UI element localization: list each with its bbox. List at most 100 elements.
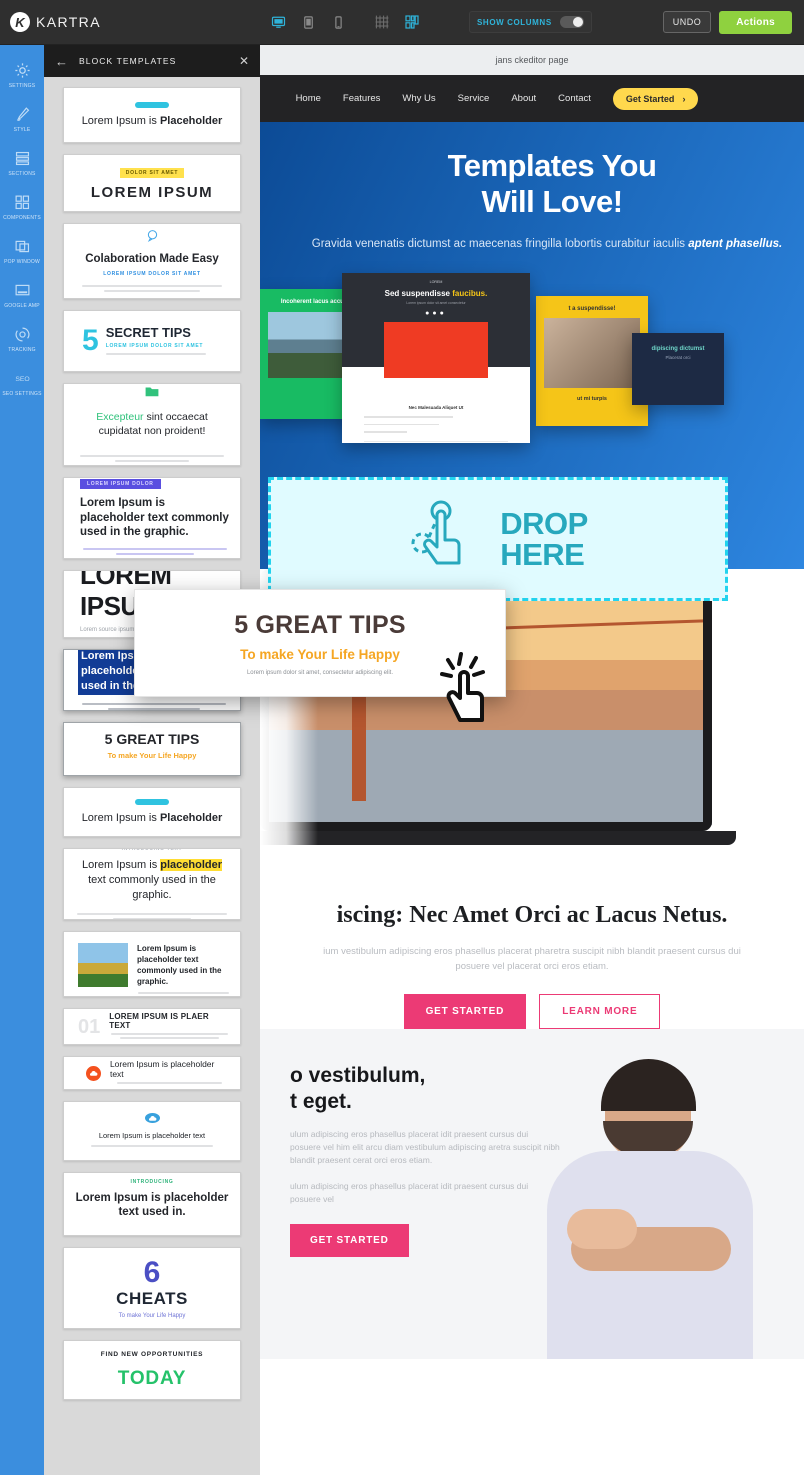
template-heading: Lorem Ipsum is Placeholder [81,812,223,824]
template-card[interactable]: INTRODUCING TEXT Lorem Ipsum is placehol… [63,848,241,920]
nav-cta-label: Get Started [625,93,675,104]
template-sub: To make Your Life Happy [118,1313,186,1319]
template-card[interactable]: DOLOR SIT AMET LOREM IPSUM [63,154,241,212]
template-number: 5 [82,324,99,357]
sidebar-item-components[interactable]: COMPONENTS [0,185,44,229]
components-icon [11,192,33,212]
template-card[interactable]: Lorem Ipsum is placeholder text commonly… [63,931,241,997]
svg-text:SEO: SEO [15,376,29,383]
feature-get-started-button[interactable]: GET STARTED [403,994,527,1029]
template-heading: Lorem Ipsum is placeholder text commonly… [80,497,229,538]
device-switcher [265,10,351,34]
template-eyebrow: FIND NEW OPPORTUNITIES [100,1350,204,1358]
sidebar-label: GOOGLE AMP [4,303,40,309]
folder-icon [144,385,160,403]
template-card[interactable]: 6 CHEATS To make Your Life Happy [63,1247,241,1329]
pill-accent [135,102,169,108]
person-photo [531,1059,799,1359]
feature-heading: iscing: Nec Amet Orci ac Lacus Netus. [336,902,728,928]
nav-link-service[interactable]: Service [458,93,490,104]
nav-get-started-button[interactable]: Get Started › [612,87,699,110]
template-heading: Colaboration Made Easy [85,252,219,265]
template-card-tips[interactable]: 5 GREAT TIPS To make Your Life Happy [63,722,241,776]
tablet-icon[interactable] [295,10,321,34]
click-hand-icon [436,650,498,731]
nav-link-features[interactable]: Features [343,93,381,104]
template-heading: CHEATS [116,1289,188,1308]
brand-name: KARTRA [36,14,101,30]
template-card[interactable]: Excepteur sint occaecat cupidatat non pr… [63,383,241,466]
drop-zone[interactable]: DROP HERE [268,477,728,601]
drop-zone-line2: HERE [500,537,585,572]
show-columns-toggle[interactable] [559,16,584,28]
seo-icon: SEO [11,368,33,388]
chat-icon [145,228,160,248]
brand-logo: K KARTRA [0,12,250,32]
cloud-icon [144,1113,160,1124]
sidebar-item-sections[interactable]: SECTIONS [0,141,44,185]
template-heading: LOREM IPSUM IS PLAER TEXT [109,1011,209,1030]
template-card[interactable]: Colaboration Made Easy LOREM IPSUM DOLOR… [63,223,241,299]
nav-link-contact[interactable]: Contact [558,93,591,104]
close-icon[interactable]: ✕ [239,55,249,67]
sidebar-item-google-amp[interactable]: GOOGLE AMP [0,273,44,317]
template-list[interactable]: Lorem Ipsum is Placeholder DOLOR SIT AME… [44,77,260,1400]
drag-body: Lorem ipsum dolor sit amet, consectetur … [246,669,394,676]
sidebar-item-style[interactable]: STYLE [0,97,44,141]
template-heading: 5 GREAT TIPS [104,731,200,748]
sidebar-item-pop-window[interactable]: POP WINDOW [0,229,44,273]
template-eyebrow: LOREM IPSUM DOLOR [80,479,161,489]
left-sidebar: SETTINGS STYLE SECTIONS COMPONENTS POP W… [0,45,44,1475]
desktop-icon[interactable] [265,10,291,34]
template-heading: Lorem Ipsum is placeholder text commonly… [137,944,222,986]
sidebar-item-settings[interactable]: SETTINGS [0,53,44,97]
template-card[interactable]: Lorem Ipsum is Placeholder [63,87,241,143]
template-card[interactable]: 01 LOREM IPSUM IS PLAER TEXT [63,1008,241,1045]
nav-link-home[interactable]: Home [296,93,321,104]
arrow-left-icon[interactable]: ← [55,55,68,68]
feature-section: iscing: Nec Amet Orci ac Lacus Netus. iu… [260,874,804,1029]
mobile-icon[interactable] [325,10,351,34]
sidebar-label: SEO SETTINGS [2,391,42,397]
template-heading: Lorem Ipsum is placeholder text [98,1131,206,1141]
top-toolbar: K KARTRA SHOW COLUMNS UNDO Actions [0,0,804,45]
template-eyebrow: INTRODUCING TEXT [121,848,183,852]
show-columns-control[interactable]: SHOW COLUMNS [469,11,592,33]
page-canvas[interactable]: jans ckeditor page Home Features Why Us … [260,45,804,1475]
undo-button[interactable]: UNDO [662,11,712,33]
template-card[interactable]: FIND NEW OPPORTUNITIES TODAY [63,1340,241,1400]
lower-get-started-button[interactable]: GET STARTED [290,1224,409,1257]
template-accent: Excepteur [96,410,144,423]
editor-root: K KARTRA SHOW COLUMNS UNDO Actions SETTI… [0,0,804,1475]
template-card[interactable]: Lorem Ipsum is placeholder text [63,1056,241,1090]
template-card[interactable]: 5 SECRET TIPS LOREM IPSUM DOLOR SIT AMET [63,310,241,372]
grid-icon[interactable] [369,10,395,34]
block-templates-panel: ← BLOCK TEMPLATES ✕ Lorem Ipsum is Place… [44,45,260,1475]
template-heading: TODAY [117,1367,187,1389]
sidebar-item-seo-settings[interactable]: SEO SEO SETTINGS [0,361,44,405]
panel-header: ← BLOCK TEMPLATES ✕ [44,45,260,77]
feature-learn-more-button[interactable]: LEARN MORE [539,994,661,1029]
kartra-logo-icon: K [10,12,30,32]
hero-title-line2: Will Love! [481,184,623,219]
template-card[interactable]: Lorem Ipsum is Placeholder [63,787,241,837]
sidebar-label: STYLE [13,127,31,133]
show-columns-label: SHOW COLUMNS [477,17,552,27]
nav-link-about[interactable]: About [511,93,536,104]
drag-subheading: To make Your Life Happy [240,646,400,662]
amp-icon [11,280,33,300]
hero-screenshot-collage: Incoherent lacus accumsan pr t a suspend… [260,271,804,443]
template-heading: Lorem Ipsum is placeholder text commonly… [82,858,222,901]
columns-icon[interactable] [399,10,425,34]
template-card[interactable]: INTRODUCING Lorem Ipsum is placeholder t… [63,1172,241,1236]
nav-link-why-us[interactable]: Why Us [402,93,435,104]
sidebar-label: COMPONENTS [3,215,41,221]
sidebar-item-tracking[interactable]: TRACKING [0,317,44,361]
drop-zone-line1: DROP [500,506,588,541]
template-card[interactable]: LOREM IPSUM DOLOR Lorem Ipsum is placeho… [63,477,241,559]
actions-button[interactable]: Actions [719,10,792,34]
template-heading: SECRET TIPS [105,324,191,340]
hero-subtitle: Gravida venenatis dictumst ac maecenas f… [311,238,783,250]
template-card[interactable]: Lorem Ipsum is placeholder text [63,1101,241,1161]
sidebar-label: SETTINGS [8,83,36,89]
